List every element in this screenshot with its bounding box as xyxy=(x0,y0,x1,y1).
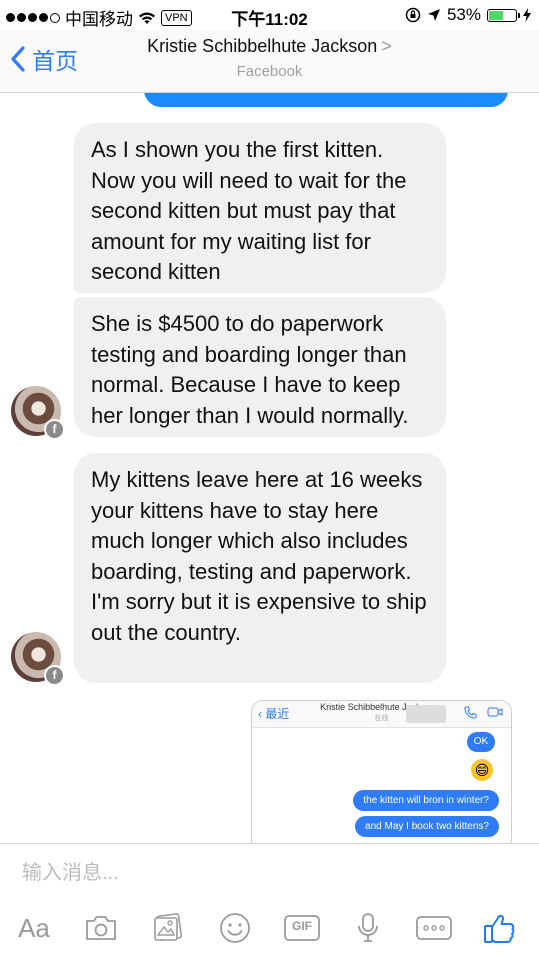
redacted-area xyxy=(406,705,446,723)
charging-icon xyxy=(523,8,531,22)
message-list[interactable]: As I shown you the first kitten. Now you… xyxy=(0,93,539,843)
chevron-right-icon: > xyxy=(381,36,392,56)
status-bar: 中国移动 VPN 下午11:02 53% xyxy=(0,0,539,30)
contact-name: Kristie Schibbelhute Jackson xyxy=(147,36,378,56)
facebook-badge-icon: f xyxy=(44,665,65,686)
gallery-icon[interactable] xyxy=(150,909,186,947)
camera-icon[interactable] xyxy=(82,909,120,947)
message-composer: Aa GIF xyxy=(0,843,539,961)
incoming-message-bubble[interactable]: My kittens leave here at 16 weeks your k… xyxy=(74,453,446,683)
battery-icon xyxy=(487,8,520,22)
embedded-header: ‹ 最近 Kristie Schibbelhute Jackson > 在线 xyxy=(252,701,511,728)
contact-source: Facebook xyxy=(236,63,303,80)
avatar[interactable]: f xyxy=(11,386,65,440)
sticker-icon[interactable] xyxy=(217,909,253,947)
outgoing-message-bubble[interactable] xyxy=(144,93,508,107)
microphone-icon[interactable] xyxy=(355,909,381,947)
embedded-ok-bubble: OK xyxy=(467,732,495,752)
battery-percent: 53% xyxy=(446,5,481,24)
message-input[interactable] xyxy=(22,862,502,885)
phone-icon xyxy=(464,706,477,719)
incoming-message-bubble[interactable]: She is $4500 to do paperwork testing and… xyxy=(74,297,446,437)
video-icon xyxy=(487,707,503,717)
location-icon xyxy=(427,9,440,21)
embedded-message: the kitten will bron in winter? xyxy=(353,790,499,811)
orientation-lock-icon xyxy=(405,7,421,23)
embedded-message: and May I book two kittens? xyxy=(355,816,499,837)
gif-icon[interactable]: GIF xyxy=(282,909,322,947)
thumbs-up-icon[interactable] xyxy=(480,909,518,947)
avatar[interactable]: f xyxy=(11,632,65,686)
conversation-header: 首页 Kristie Schibbelhute Jackson > Faceboo… xyxy=(0,30,539,93)
incoming-message-bubble[interactable]: As I shown you the first kitten. Now you… xyxy=(74,123,446,293)
facebook-badge-icon: f xyxy=(44,419,65,440)
composer-toolbar: Aa GIF xyxy=(0,909,539,949)
status-right: 53% xyxy=(405,5,531,25)
image-message[interactable]: ‹ 最近 Kristie Schibbelhute Jackson > 在线 O… xyxy=(251,700,512,843)
smile-emoji-icon: 😄 xyxy=(471,759,493,781)
text-format-icon[interactable]: Aa xyxy=(14,909,54,947)
contact-title[interactable]: Kristie Schibbelhute Jackson > Facebook xyxy=(0,36,539,80)
gif-label: GIF xyxy=(292,919,312,933)
more-icon[interactable] xyxy=(414,909,454,947)
embedded-call-icons xyxy=(464,706,503,719)
